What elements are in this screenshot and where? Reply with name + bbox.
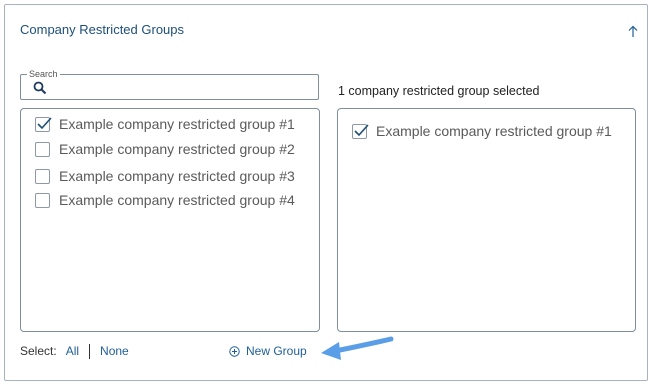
checkbox-checked[interactable] [35,116,52,132]
search-icon [33,81,47,95]
plus-circle-icon [229,345,240,357]
group-item-1[interactable]: Example company restricted group #1 [21,113,295,135]
search-input[interactable] [51,78,313,96]
annotation-arrow-icon [321,336,394,360]
checkbox[interactable] [35,192,50,208]
checkbox-checked[interactable] [352,123,369,139]
select-all-link[interactable]: All [66,344,79,358]
selected-count: 1 company restricted group selected [338,84,540,98]
new-group-label: New Group [246,344,307,358]
restricted-groups-panel: Company Restricted Groups Search 1 compa… [4,4,648,381]
divider [89,343,91,359]
new-group-button[interactable]: New Group [229,343,307,359]
checkmark-icon [354,123,369,136]
group-label: Example company restricted group #2 [59,141,295,157]
search-field[interactable]: Search [20,69,319,100]
collapse-button[interactable] [624,25,642,45]
group-item-4[interactable]: Example company restricted group #4 [21,189,295,211]
selected-groups-list: Example company restricted group #1 [337,108,636,332]
checkbox[interactable] [35,168,50,184]
group-label: Example company restricted group #4 [59,192,295,208]
select-label: Select: [20,344,57,358]
partially-visible-checkbox [35,331,50,332]
group-label: Example company restricted group #1 [376,123,612,139]
available-groups-list[interactable]: Example company restricted group #1 Exam… [20,108,320,332]
select-none-link[interactable]: None [100,344,129,358]
selected-group-item-1[interactable]: Example company restricted group #1 [338,120,612,142]
group-item-3[interactable]: Example company restricted group #3 [21,165,295,187]
checkmark-icon [37,116,52,129]
panel-title: Company Restricted Groups [20,22,185,37]
arrow-up-icon [628,25,638,37]
group-label: Example company restricted group #3 [59,168,295,184]
checkbox[interactable] [35,141,50,157]
group-label: Example company restricted group #1 [59,116,295,132]
group-item-2[interactable]: Example company restricted group #2 [21,138,295,160]
select-controls: Select: All None [20,343,129,359]
